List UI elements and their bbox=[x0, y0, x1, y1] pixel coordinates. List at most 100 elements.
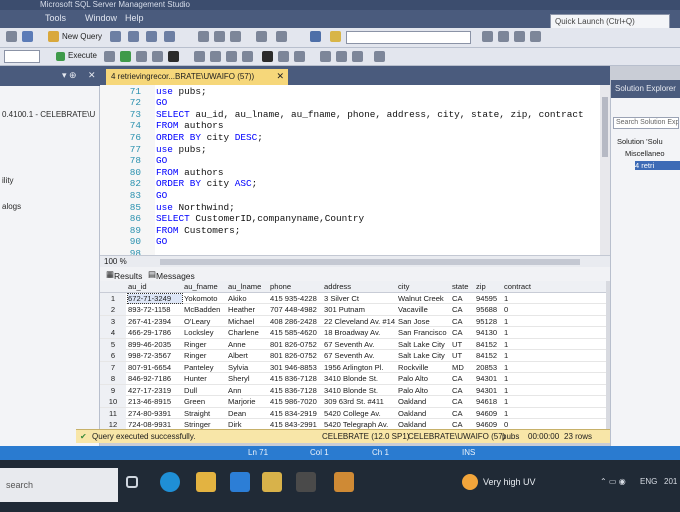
undo-icon[interactable] bbox=[256, 31, 267, 42]
row-number[interactable]: 8 bbox=[100, 373, 126, 384]
grid-cell[interactable]: 415 836-7128 bbox=[270, 386, 322, 395]
table-row[interactable]: 5 899-46-2035 Ringer Anne 801 826-0752 67 Sev… bbox=[100, 338, 606, 350]
grid-cell[interactable]: 22 Cleveland Av. #14 bbox=[324, 317, 396, 326]
grid-cell[interactable]: Michael bbox=[228, 317, 268, 326]
grid-cell[interactable]: CA bbox=[452, 328, 474, 337]
grid-cell[interactable]: 1 bbox=[504, 409, 534, 418]
grid-cell[interactable]: 95688 bbox=[476, 305, 502, 314]
prev-bookmark-icon[interactable] bbox=[352, 51, 363, 62]
grid-cell[interactable]: Stringer bbox=[184, 420, 226, 429]
results-to-grid-icon[interactable] bbox=[168, 51, 179, 62]
server-node[interactable]: 0.4100.1 - CELEBRATE\U bbox=[2, 110, 95, 119]
row-number[interactable]: 5 bbox=[100, 338, 126, 350]
code-line[interactable]: 86 SELECT CustomerID,companyname,Country bbox=[100, 213, 605, 225]
weather-text[interactable]: Very high UV bbox=[483, 477, 536, 487]
grid-cell[interactable]: 801 826-0752 bbox=[270, 340, 322, 349]
grid-cell[interactable]: 94595 bbox=[476, 294, 502, 303]
row-number[interactable]: 11 bbox=[100, 407, 126, 419]
ssms-icon[interactable] bbox=[262, 472, 282, 492]
grid-cell[interactable]: 94130 bbox=[476, 328, 502, 337]
xmla-icon[interactable] bbox=[164, 31, 175, 42]
grid-cell[interactable]: 3 Silver Ct bbox=[324, 294, 396, 303]
grid-cell[interactable]: UT bbox=[452, 351, 474, 360]
grid-cell[interactable]: Walnut Creek bbox=[398, 294, 450, 303]
table-row[interactable]: 11 274-80-9391 Straight Dean 415 834-2919 542… bbox=[100, 407, 606, 419]
grid-cell[interactable]: 301 Putnam bbox=[324, 305, 396, 314]
back-icon[interactable] bbox=[6, 31, 17, 42]
results-to-text-icon[interactable] bbox=[194, 51, 205, 62]
grid-cell[interactable]: Heather bbox=[228, 305, 268, 314]
grid-cell[interactable]: 415 834-2919 bbox=[270, 409, 322, 418]
code-line[interactable]: 78 GO bbox=[100, 155, 605, 167]
grid-cell[interactable]: 415 986-7020 bbox=[270, 397, 322, 406]
grid-cell[interactable]: Akiko bbox=[228, 294, 268, 303]
table-row[interactable]: 6 998-72-3567 Ringer Albert 801 826-0752 67 S… bbox=[100, 350, 606, 362]
query-editor[interactable]: 71 use pubs; 72 GO 73 SELECT au_id, au_lname,… bbox=[100, 85, 610, 255]
grid-cell[interactable]: 94609 bbox=[476, 420, 502, 429]
edge-icon[interactable] bbox=[160, 472, 180, 492]
grid-cell[interactable]: 415 585-4620 bbox=[270, 328, 322, 337]
new-query-button[interactable]: New Query bbox=[62, 32, 102, 41]
grid-cell[interactable]: 267-41-2394 bbox=[128, 317, 182, 326]
row-number[interactable]: 1 bbox=[100, 292, 126, 304]
grid-cell[interactable]: Ringer bbox=[184, 351, 226, 360]
code-line[interactable]: 82 ORDER BY city ASC; bbox=[100, 178, 605, 190]
code-line[interactable]: 98 bbox=[100, 248, 605, 255]
grid-cell[interactable]: 1 bbox=[504, 351, 534, 360]
display-plan-icon[interactable] bbox=[136, 51, 147, 62]
close-tab-icon[interactable]: ✕ bbox=[276, 71, 284, 82]
query-options-icon[interactable] bbox=[152, 51, 163, 62]
next-bookmark-icon[interactable] bbox=[336, 51, 347, 62]
grid-cell[interactable]: 415 935-4228 bbox=[270, 294, 322, 303]
comment-icon[interactable] bbox=[226, 51, 237, 62]
grid-cell[interactable]: Locksley bbox=[184, 328, 226, 337]
grid-cell[interactable]: Dean bbox=[228, 409, 268, 418]
code-line[interactable]: 72 GO bbox=[100, 97, 605, 109]
code-line[interactable]: 77 use pubs; bbox=[100, 144, 605, 156]
results-grid[interactable]: au_id au_fname au_lname phone address city sta… bbox=[100, 281, 606, 429]
grid-cell[interactable]: Dull bbox=[184, 386, 226, 395]
grid-corner[interactable] bbox=[100, 281, 126, 292]
grid-cell[interactable]: Hunter bbox=[184, 374, 226, 383]
grid-cell[interactable]: 95128 bbox=[476, 317, 502, 326]
parse-icon[interactable] bbox=[120, 51, 131, 62]
tab-results[interactable]: ▦ Results bbox=[106, 269, 142, 281]
grid-cell[interactable]: Ann bbox=[228, 386, 268, 395]
grid-cell[interactable]: CA bbox=[452, 420, 474, 429]
column-header[interactable]: state bbox=[452, 282, 474, 291]
toolbox-icon[interactable] bbox=[498, 31, 509, 42]
solution-node[interactable]: Solution 'Solu bbox=[617, 137, 663, 146]
grid-cell[interactable]: 84152 bbox=[476, 351, 502, 360]
store-icon[interactable] bbox=[296, 472, 316, 492]
grid-cell[interactable]: 213-46-8915 bbox=[128, 397, 182, 406]
grid-cell[interactable]: Green bbox=[184, 397, 226, 406]
grid-cell[interactable]: 807-91-6654 bbox=[128, 363, 182, 372]
grid-cell[interactable]: 1 bbox=[504, 340, 534, 349]
grid-cell[interactable]: 94609 bbox=[476, 409, 502, 418]
grid-cell[interactable]: 899-46-2035 bbox=[128, 340, 182, 349]
table-row[interactable]: 4 466-29-1786 Locksley Charlene 415 585-4620… bbox=[100, 327, 606, 339]
window-icon[interactable] bbox=[530, 31, 541, 42]
grid-cell[interactable]: UT bbox=[452, 340, 474, 349]
grid-cell[interactable]: 3410 Blonde St. bbox=[324, 374, 396, 383]
bookmark-icon[interactable] bbox=[320, 51, 331, 62]
grid-cell[interactable]: Charlene bbox=[228, 328, 268, 337]
grid-cell[interactable]: 415 836-7128 bbox=[270, 374, 322, 383]
specify-values-icon[interactable] bbox=[294, 51, 305, 62]
grid-cell[interactable]: 1 bbox=[504, 328, 534, 337]
grid-cell[interactable]: McBadden bbox=[184, 305, 226, 314]
grid-cell[interactable]: 672-71-3249 bbox=[127, 292, 183, 304]
tray-icons[interactable]: ⌃ ▭ ◉ bbox=[600, 477, 626, 486]
table-row[interactable]: 2 893-72-1158 McBadden Heather 707 448-4982 3… bbox=[100, 304, 606, 316]
dmx-icon[interactable] bbox=[146, 31, 157, 42]
grid-cell[interactable]: Ringer bbox=[184, 340, 226, 349]
grid-cell[interactable]: MD bbox=[452, 363, 474, 372]
grid-cell[interactable]: 1 bbox=[504, 317, 534, 326]
grid-cell[interactable]: 724-08-9931 bbox=[128, 420, 182, 429]
row-number[interactable]: 12 bbox=[100, 419, 126, 429]
vscode-icon[interactable] bbox=[230, 472, 250, 492]
column-header[interactable]: zip bbox=[476, 282, 502, 291]
redo-icon[interactable] bbox=[276, 31, 287, 42]
grid-cell[interactable]: Sylvia bbox=[228, 363, 268, 372]
grid-cell[interactable]: 20853 bbox=[476, 363, 502, 372]
